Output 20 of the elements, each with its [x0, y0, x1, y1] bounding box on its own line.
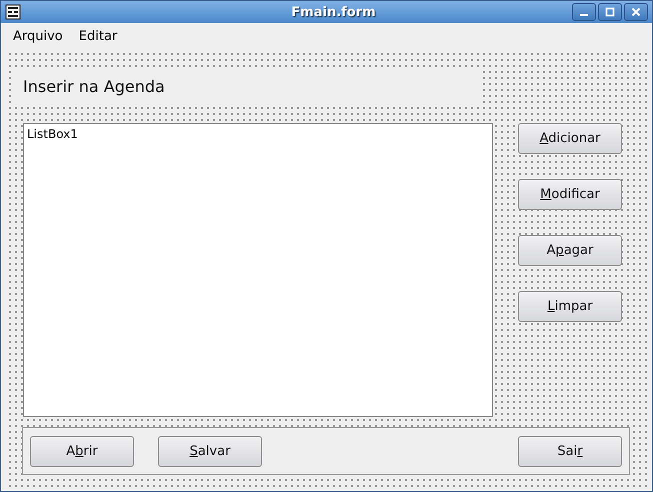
minimize-button[interactable]	[572, 3, 596, 21]
close-button[interactable]	[624, 3, 648, 21]
form-icon	[5, 4, 21, 20]
action-button[interactable]: Modificar	[518, 179, 622, 210]
action-button[interactable]: Limpar	[518, 291, 622, 322]
menu-item[interactable]: Arquivo	[5, 28, 71, 44]
action-button[interactable]: Abrir	[30, 436, 134, 466]
window-title: Fmain.form	[290, 4, 377, 20]
close-icon	[631, 7, 641, 17]
action-button[interactable]: Sair	[518, 436, 622, 466]
maximize-icon	[605, 7, 615, 17]
heading-label: Inserir na Agenda	[13, 69, 479, 103]
maximize-button[interactable]	[598, 3, 622, 21]
action-button[interactable]: Apagar	[518, 235, 622, 266]
action-button[interactable]: Adicionar	[518, 123, 622, 154]
menu-item[interactable]: Editar	[70, 28, 126, 44]
minimize-icon	[580, 14, 588, 16]
list-item[interactable]: ListBox1	[27, 127, 489, 141]
action-button[interactable]: Salvar	[158, 436, 262, 466]
list-box[interactable]: ListBox1	[23, 123, 493, 417]
